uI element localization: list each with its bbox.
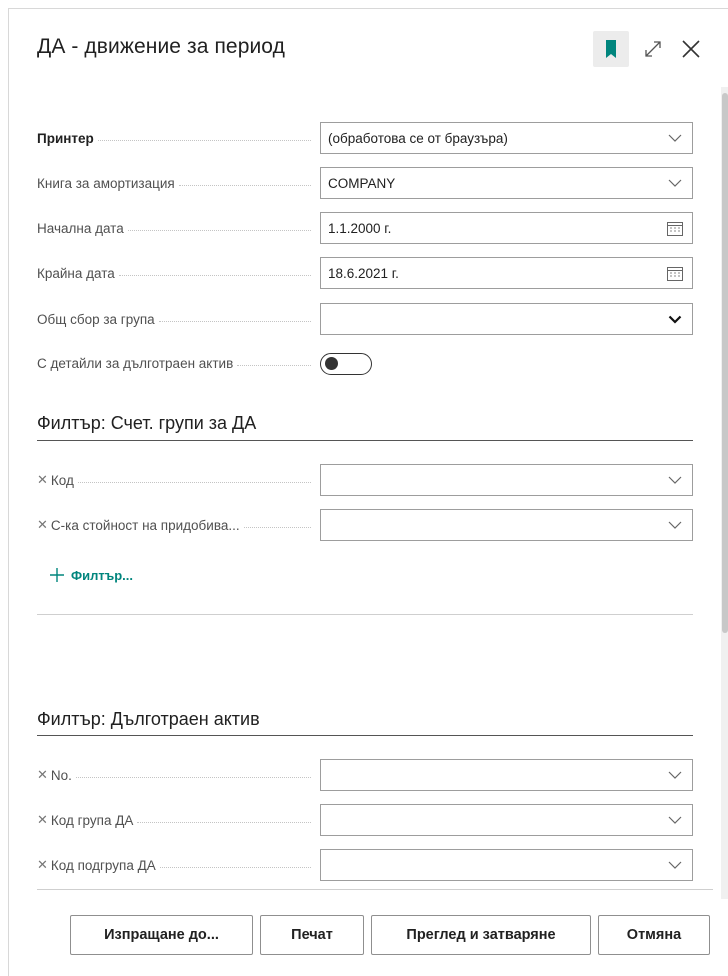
depreciation-book-dropdown[interactable]: COMPANY: [320, 167, 693, 199]
calendar-icon: [667, 266, 683, 281]
print-button[interactable]: Печат: [260, 915, 364, 955]
printer-dropdown[interactable]: (обработова се от браузъра): [320, 122, 693, 154]
preview-close-button[interactable]: Преглед и затваряне: [371, 915, 591, 955]
dialog-header: ДА - движение за период: [9, 9, 728, 89]
chevron-down-icon: [668, 816, 682, 824]
footer-divider: [37, 889, 713, 890]
depreciation-book-row: Книга за амортизация COMPANY: [37, 167, 693, 199]
plus-icon: [50, 568, 64, 582]
chevron-down-icon: [668, 521, 682, 529]
remove-filter-icon[interactable]: ✕: [37, 517, 48, 533]
end-date-picker[interactable]: [658, 258, 692, 288]
add-filter-button[interactable]: Филтър...: [49, 567, 133, 583]
end-date-label: Крайна дата: [37, 265, 119, 281]
dialog-title: ДА - движение за период: [37, 35, 285, 58]
start-date-input[interactable]: 1.1.2000 г.: [320, 212, 693, 244]
filter-no-row: ✕ No.: [37, 759, 693, 791]
end-date-input[interactable]: 18.6.2021 г.: [320, 257, 693, 289]
filter-acquisition-cost-dropdown[interactable]: [320, 509, 693, 541]
close-button[interactable]: [673, 31, 709, 67]
filter-no-label: No.: [50, 767, 76, 783]
expand-icon: [645, 41, 661, 57]
depreciation-book-label: Книга за амортизация: [37, 175, 179, 191]
remove-filter-icon[interactable]: ✕: [37, 472, 48, 488]
group-totals-select[interactable]: [320, 303, 693, 335]
chevron-down-icon: [668, 861, 682, 869]
filter-fa-subclass-label: Код подгрупа ДА: [50, 857, 160, 873]
printer-value: (обработова се от браузъра): [328, 130, 508, 146]
bookmark-icon: [606, 40, 616, 58]
chevron-down-icon: [668, 315, 682, 324]
calendar-icon: [667, 221, 683, 236]
chevron-down-icon: [668, 179, 682, 187]
fa-details-label: С детайли за дълготраен актив: [37, 355, 238, 371]
depreciation-book-value: COMPANY: [328, 175, 396, 191]
fa-details-row: С детайли за дълготраен актив: [37, 347, 693, 379]
filter-fa-class-row: ✕ Код група ДА: [37, 804, 693, 836]
filter-fa-class-label: Код група ДА: [50, 812, 138, 828]
chevron-down-icon: [668, 771, 682, 779]
section-divider: [37, 440, 693, 441]
section-divider: [37, 735, 693, 736]
scrollbar-track[interactable]: [721, 87, 728, 899]
group-totals-row: Общ сбор за група: [37, 303, 693, 335]
expand-button[interactable]: [635, 31, 671, 67]
filter-fa-class-dropdown[interactable]: [320, 804, 693, 836]
chevron-down-icon: [668, 476, 682, 484]
chevron-down-icon: [668, 134, 682, 142]
add-filter-label: Филтър...: [71, 567, 133, 583]
filter-fa-subclass-row: ✕ Код подгрупа ДА: [37, 849, 693, 881]
report-request-dialog: ДА - движение за период Принтер (обработ…: [8, 8, 728, 976]
end-date-row: Крайна дата 18.6.2021 г.: [37, 257, 693, 289]
remove-filter-icon[interactable]: ✕: [37, 857, 48, 873]
fixed-asset-filter-title: Филтър: Дълготраен актив: [37, 709, 260, 729]
filter-code-dropdown[interactable]: [320, 464, 693, 496]
filter-no-dropdown[interactable]: [320, 759, 693, 791]
start-date-value: 1.1.2000 г.: [328, 220, 392, 236]
filter-code-label: Код: [50, 472, 78, 488]
toggle-knob: [325, 357, 338, 370]
printer-label: Принтер: [37, 130, 98, 146]
scrollbar-thumb[interactable]: [722, 93, 728, 633]
start-date-row: Начална дата 1.1.2000 г.: [37, 212, 693, 244]
section-separator: [37, 614, 693, 615]
start-date-picker[interactable]: [658, 213, 692, 243]
remove-filter-icon[interactable]: ✕: [37, 812, 48, 828]
printer-row: Принтер (обработова се от браузъра): [37, 122, 693, 154]
start-date-label: Начална дата: [37, 220, 128, 236]
close-icon: [682, 40, 700, 58]
filter-acquisition-cost-label: С-ка стойност на придобива...: [50, 517, 244, 533]
bookmark-button[interactable]: [593, 31, 629, 67]
fa-details-toggle[interactable]: [320, 353, 372, 375]
filter-code-row: ✕ Код: [37, 464, 693, 496]
filter-fa-subclass-dropdown[interactable]: [320, 849, 693, 881]
send-to-button[interactable]: Изпращане до...: [70, 915, 253, 955]
end-date-value: 18.6.2021 г.: [328, 265, 399, 281]
remove-filter-icon[interactable]: ✕: [37, 767, 48, 783]
filter-acquisition-cost-row: ✕ С-ка стойност на придобива...: [37, 509, 693, 541]
cancel-button[interactable]: Отмяна: [598, 915, 710, 955]
group-totals-label: Общ сбор за група: [37, 311, 159, 327]
fa-posting-groups-filter-title: Филтър: Счет. групи за ДА: [37, 413, 257, 433]
